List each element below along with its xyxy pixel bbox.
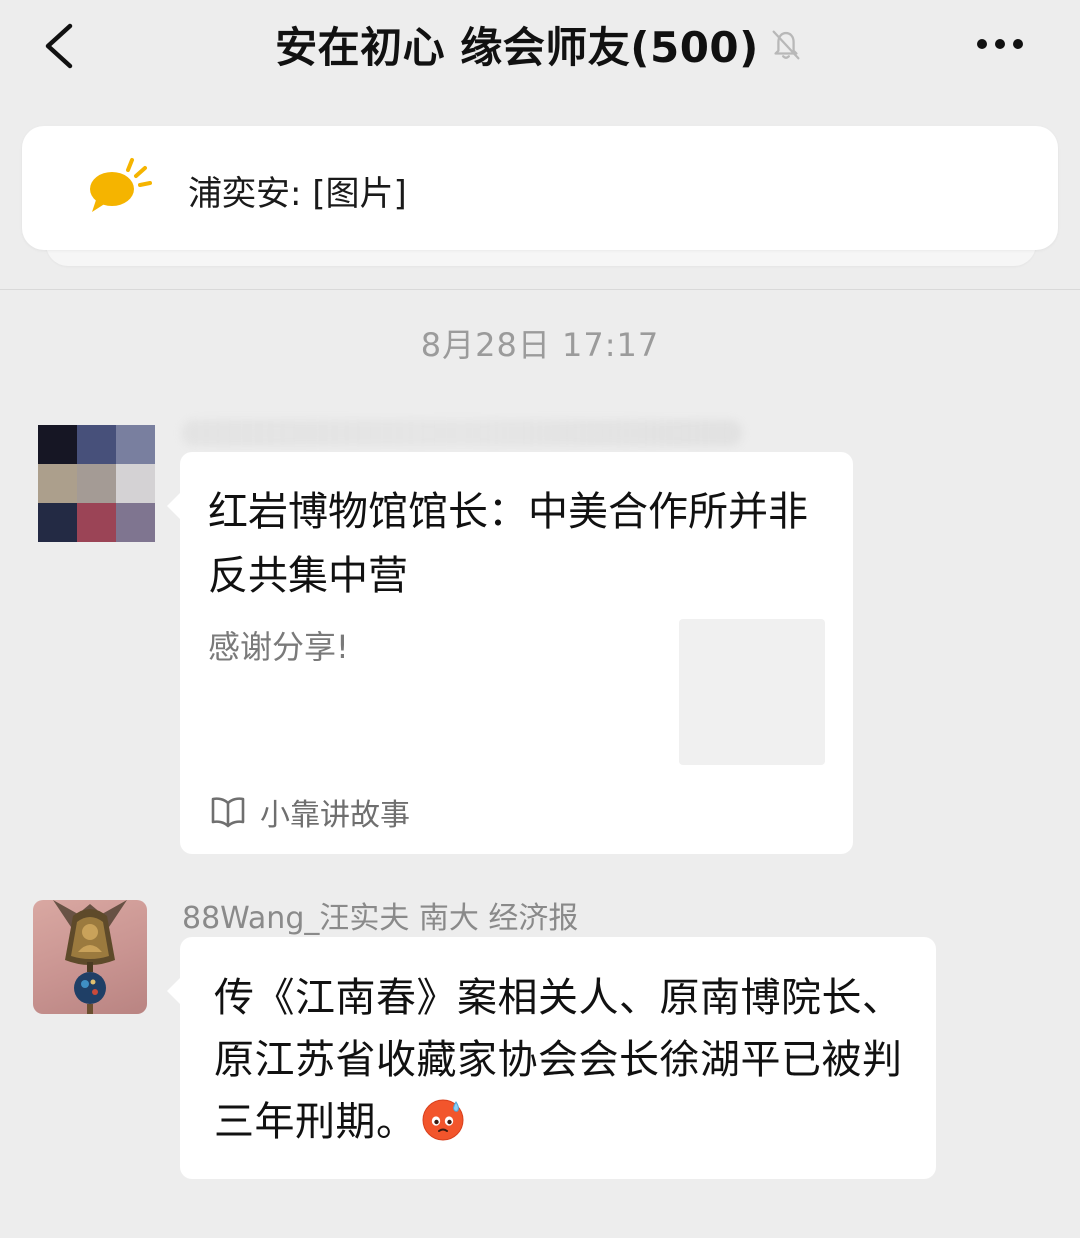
link-card-source: 小靠讲故事 xyxy=(210,790,410,834)
link-card-thumbnail xyxy=(679,619,825,765)
speech-bubble-icon xyxy=(86,156,158,218)
sender-name: 88Wang_汪实夫 南大 经济报 xyxy=(182,901,579,936)
avatar[interactable] xyxy=(38,425,155,542)
text-message-bubble[interactable]: 传《江南春》案相关人、原南博院长、原江苏省收藏家协会会长徐湖平已被判三年刑期。 xyxy=(167,937,936,1179)
bell-off-icon xyxy=(767,25,805,63)
more-options-button[interactable] xyxy=(972,22,1028,66)
pinned-message-card[interactable]: 浦奕安: [图片] xyxy=(22,126,1058,250)
link-card-description: 感谢分享! xyxy=(208,628,349,666)
sweat-face-emoji-icon xyxy=(419,1095,467,1143)
link-card-bubble[interactable]: 红岩博物馆馆长：中美合作所并非反共集中营 感谢分享! 小靠讲故事 xyxy=(167,452,853,854)
link-card-title: 红岩博物馆馆长：中美合作所并非反共集中营 xyxy=(208,489,808,599)
buddha-pendant-icon xyxy=(53,900,127,1014)
message-text: 传《江南春》案相关人、原南博院长、原江苏省收藏家协会会长徐湖平已被判三年刑期。 xyxy=(214,975,903,1145)
chat-title-area[interactable]: 安在初心 缘会师友(500) xyxy=(0,14,1080,74)
avatar[interactable] xyxy=(33,900,147,1014)
more-dots-icon xyxy=(977,39,987,49)
pinned-message-text: 浦奕安: [图片] xyxy=(188,174,407,214)
book-open-icon xyxy=(210,795,246,829)
chat-title: 安在初心 缘会师友(500) xyxy=(275,22,759,72)
chat-screen: 安在初心 缘会师友(500) 浦奕安: [图片] 8月28日 17:17 红岩博… xyxy=(0,0,1080,1238)
pinned-divider xyxy=(0,289,1080,290)
chat-header: 安在初心 缘会师友(500) xyxy=(0,0,1080,92)
message-timestamp: 8月28日 17:17 xyxy=(420,326,660,364)
message-text-wrap: 传《江南春》案相关人、原南博院长、原江苏省收藏家协会会长徐湖平已被判三年刑期。 xyxy=(214,967,914,1153)
link-card-source-label: 小靠讲故事 xyxy=(260,798,410,833)
sender-name-blurred xyxy=(182,420,742,446)
